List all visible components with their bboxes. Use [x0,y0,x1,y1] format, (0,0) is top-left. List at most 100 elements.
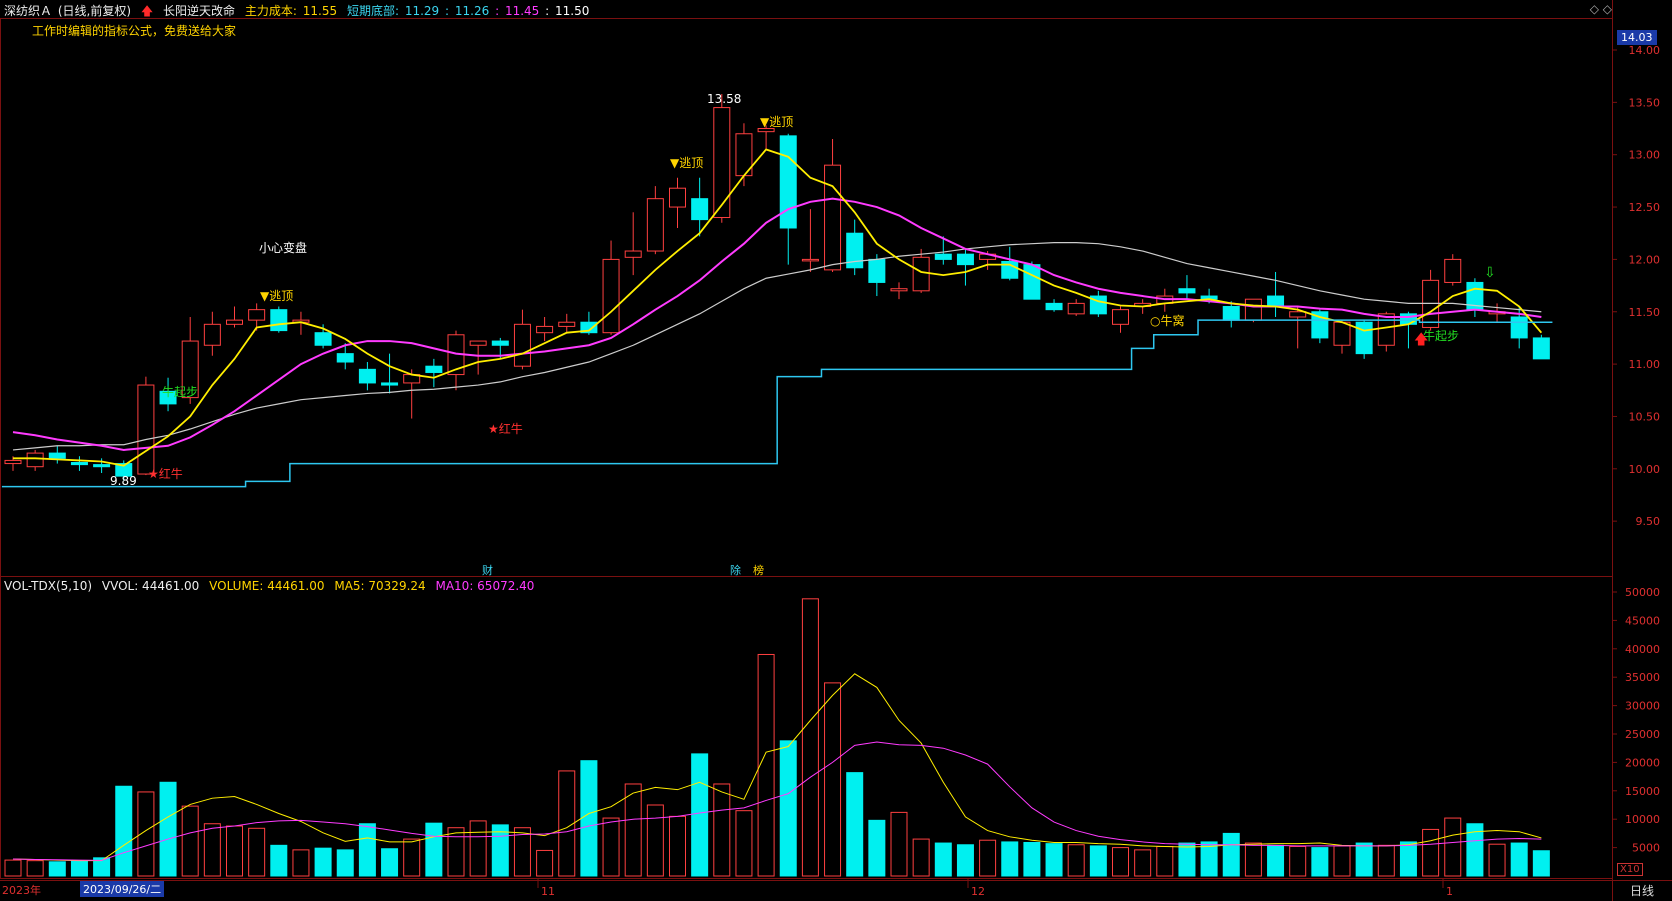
volume-bar[interactable] [292,849,310,877]
volume-bar[interactable] [1156,845,1174,877]
candle-body[interactable] [713,107,731,219]
volume-bar[interactable] [1377,844,1395,877]
volume-bar[interactable] [691,753,709,877]
candle-body[interactable] [1067,302,1085,315]
candle-body[interactable] [824,164,842,271]
candle-body[interactable] [314,332,332,346]
volume-bar[interactable] [314,847,332,877]
volume-bar[interactable] [890,811,908,877]
volume-bar[interactable] [602,817,620,877]
volume-bar[interactable] [26,860,44,877]
volume-bar[interactable] [1355,842,1373,877]
candle-body[interactable] [48,452,66,459]
volume-bar[interactable] [48,861,66,877]
candle-body[interactable] [536,325,554,334]
volume-bar[interactable] [115,785,133,877]
volume-bar[interactable] [1422,828,1440,877]
candle-body[interactable] [868,258,886,283]
volume-bar[interactable] [447,827,465,877]
volume-bar[interactable] [1333,845,1351,877]
volume-bar[interactable] [358,823,376,877]
selected-date[interactable]: 2023/09/26/二 [80,881,165,897]
volume-bar[interactable] [735,810,753,877]
volume-bar[interactable] [824,682,842,877]
candle-body[interactable] [558,321,576,327]
diamond-icon[interactable]: ◇ ◇ [1590,2,1612,16]
volume-bar[interactable] [381,848,399,877]
candle-body[interactable] [425,365,443,373]
candle-body[interactable] [1377,313,1395,346]
volume-bar[interactable] [1023,841,1041,877]
candle-body[interactable] [956,253,974,266]
volume-bar[interactable] [4,859,22,877]
candle-body[interactable] [270,309,288,332]
volume-bar[interactable] [1178,842,1196,877]
candle-body[interactable] [934,253,952,260]
volume-bar[interactable] [1488,843,1506,877]
volume-bar[interactable] [203,823,221,877]
volume-bar[interactable] [491,824,509,877]
volume-bar[interactable] [1311,847,1329,877]
candle-body[interactable] [381,382,399,386]
candle-body[interactable] [1045,302,1063,311]
volume-bar[interactable] [1067,844,1085,877]
volume-bar[interactable] [536,849,554,877]
candle-body[interactable] [779,135,797,229]
volume-bar[interactable] [646,804,664,877]
candle-body[interactable] [1510,316,1528,339]
candle-body[interactable] [602,258,620,334]
period-button[interactable]: 日线 [1630,882,1654,899]
candle-body[interactable] [248,309,266,321]
volume-bar[interactable] [70,860,88,877]
candle-body[interactable] [70,462,88,466]
candle-body[interactable] [1532,337,1550,360]
volume-bar[interactable] [1089,845,1107,877]
volume-bar[interactable] [912,838,930,877]
volume-bar[interactable] [846,772,864,877]
volume-bar[interactable] [425,822,443,877]
candle-body[interactable] [26,452,44,468]
candle-body[interactable] [1289,311,1307,318]
candle-body[interactable] [226,319,243,325]
indicator-name[interactable]: 长阳逆天改命 [163,4,235,18]
volume-bar[interactable] [270,844,288,877]
candle-body[interactable] [336,353,354,363]
volume-bar[interactable] [956,844,974,877]
volume-bar[interactable] [1222,832,1240,877]
volume-bar[interactable] [226,825,243,877]
volume-bar[interactable] [558,770,576,877]
candle-body[interactable] [691,198,709,221]
candle-body[interactable] [1444,258,1462,283]
candle-body[interactable] [1267,295,1285,308]
candle-body[interactable] [491,340,509,346]
volume-bar[interactable] [1134,849,1152,877]
volume-bar[interactable] [801,598,819,877]
candle-body[interactable] [801,258,819,262]
candle-body[interactable] [1244,298,1262,321]
candle-body[interactable] [203,323,221,346]
volume-bar[interactable] [1444,817,1462,877]
candle-body[interactable] [1333,321,1351,346]
volume-bar[interactable] [403,838,421,877]
stock-name[interactable]: 深纺织Ａ [4,4,52,18]
volume-bar[interactable] [1001,841,1019,877]
volume-bar[interactable] [1267,844,1285,877]
candle-body[interactable] [1355,321,1373,355]
volume-bar[interactable] [336,849,354,877]
volume-bar[interactable] [159,781,177,877]
volume-bar[interactable] [979,839,997,877]
volume-bar[interactable] [624,783,642,877]
volume-bar[interactable] [934,842,952,877]
volume-bar[interactable] [1289,845,1307,877]
candle-body[interactable] [646,198,664,252]
volume-bar[interactable] [1510,842,1528,877]
volume-bar[interactable] [779,740,797,877]
volume-bar[interactable] [248,827,266,877]
volume-bar[interactable] [713,783,731,877]
volume-indicator-name[interactable]: VOL-TDX(5,10) [4,579,92,593]
candle-body[interactable] [890,288,908,292]
candle-body[interactable] [624,250,642,258]
volume-bar[interactable] [1112,847,1129,877]
chart-canvas[interactable]: 14.00 13.50 13.00 12.50 12.00 11.50 11.00 10.50… [0,0,1672,901]
volume-bar[interactable] [1244,842,1262,877]
